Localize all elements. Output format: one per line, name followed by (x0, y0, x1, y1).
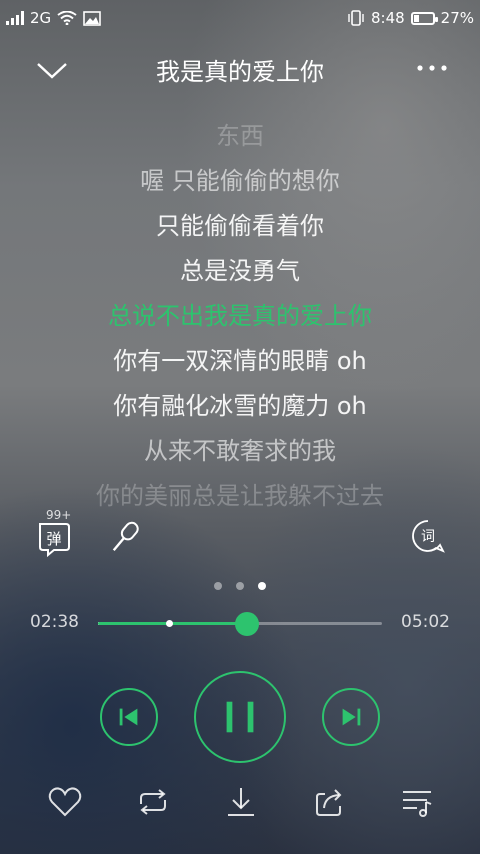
karaoke-button[interactable] (104, 518, 144, 558)
lyric-line: 总是没勇气 (180, 257, 300, 285)
playlist-icon (403, 791, 432, 817)
signal-icon (6, 11, 24, 25)
repeat-mode-button[interactable] (133, 782, 173, 822)
lyric-options-button[interactable]: 词 (410, 518, 446, 554)
danmu-button[interactable]: 弹 (34, 518, 74, 558)
network-type: 2G (30, 9, 52, 27)
song-title: 我是真的爱上你 (156, 58, 324, 86)
danmu-bubble-icon: 弹 (39, 523, 70, 558)
page-indicator (0, 582, 480, 592)
share-button[interactable] (309, 782, 349, 822)
current-time: 02:38 (30, 612, 79, 632)
status-right: 8:48 27% (347, 9, 474, 27)
playback-controls (0, 668, 480, 768)
progress-row: 02:38 05:02 (0, 608, 480, 638)
download-icon (228, 788, 254, 816)
lyric-line: 你有一双深情的眼睛 oh (113, 347, 367, 375)
playlist-button[interactable] (397, 782, 437, 822)
lyric-line: 从来不敢奢求的我 (144, 437, 336, 465)
lyric-line: 只能偷偷看着你 (156, 212, 324, 240)
share-icon (316, 789, 342, 816)
status-bar: 2G 8:48 27% (0, 0, 480, 36)
skip-next-icon (342, 708, 361, 726)
lyric-button-label: 词 (421, 529, 435, 545)
lyric-line: 你的美丽总是让我躲不过去 (96, 482, 384, 508)
lyric-icon: 词 (412, 520, 445, 553)
action-bar (0, 778, 480, 828)
pause-button[interactable] (194, 671, 286, 763)
image-icon (83, 10, 101, 26)
wifi-icon (57, 11, 77, 25)
page-dot (236, 582, 244, 590)
progress-bar[interactable] (98, 612, 382, 636)
danmu-count-badge: 99+ (46, 508, 72, 522)
page-dot (258, 582, 266, 590)
microphone-icon (112, 521, 139, 552)
lyric-line: 东西 (216, 122, 264, 150)
lyric-line: 喔 只能偷偷的想你 (140, 167, 340, 195)
buffer-marker (166, 620, 173, 627)
heart-icon (48, 787, 82, 817)
page-dot (214, 582, 222, 590)
lyrics-panel[interactable]: 东西喔 只能偷偷的想你 只能偷偷看着你 总是没勇气总说不出我是真的爱上你 你有一双深情… (0, 108, 480, 508)
danmu-label: 弹 (46, 530, 61, 548)
player-header: 我是真的爱上你 (0, 40, 480, 96)
skip-previous-icon (119, 708, 138, 726)
battery-icon (410, 11, 438, 25)
more-button[interactable] (412, 56, 452, 80)
next-button[interactable] (322, 688, 380, 746)
lyric-line-current: 总说不出我是真的爱上你 (108, 302, 372, 330)
repeat-icon (140, 789, 166, 815)
download-button[interactable] (221, 782, 261, 822)
battery-fill (413, 14, 419, 22)
clock: 8:48 (370, 9, 405, 27)
progress-thumb[interactable] (234, 612, 259, 636)
pause-icon (226, 701, 254, 733)
previous-button[interactable] (100, 688, 158, 746)
favorite-button[interactable] (45, 782, 85, 822)
status-left: 2G (6, 9, 101, 27)
total-time: 05:02 (401, 612, 450, 632)
more-dots-icon (417, 65, 447, 71)
battery-percent: 27% (440, 9, 474, 27)
lyric-tools: 弹 99+ 词 (0, 508, 480, 562)
lyric-line: 你有融化冰雪的魔力 oh (113, 392, 367, 420)
vibrate-icon (348, 10, 364, 26)
